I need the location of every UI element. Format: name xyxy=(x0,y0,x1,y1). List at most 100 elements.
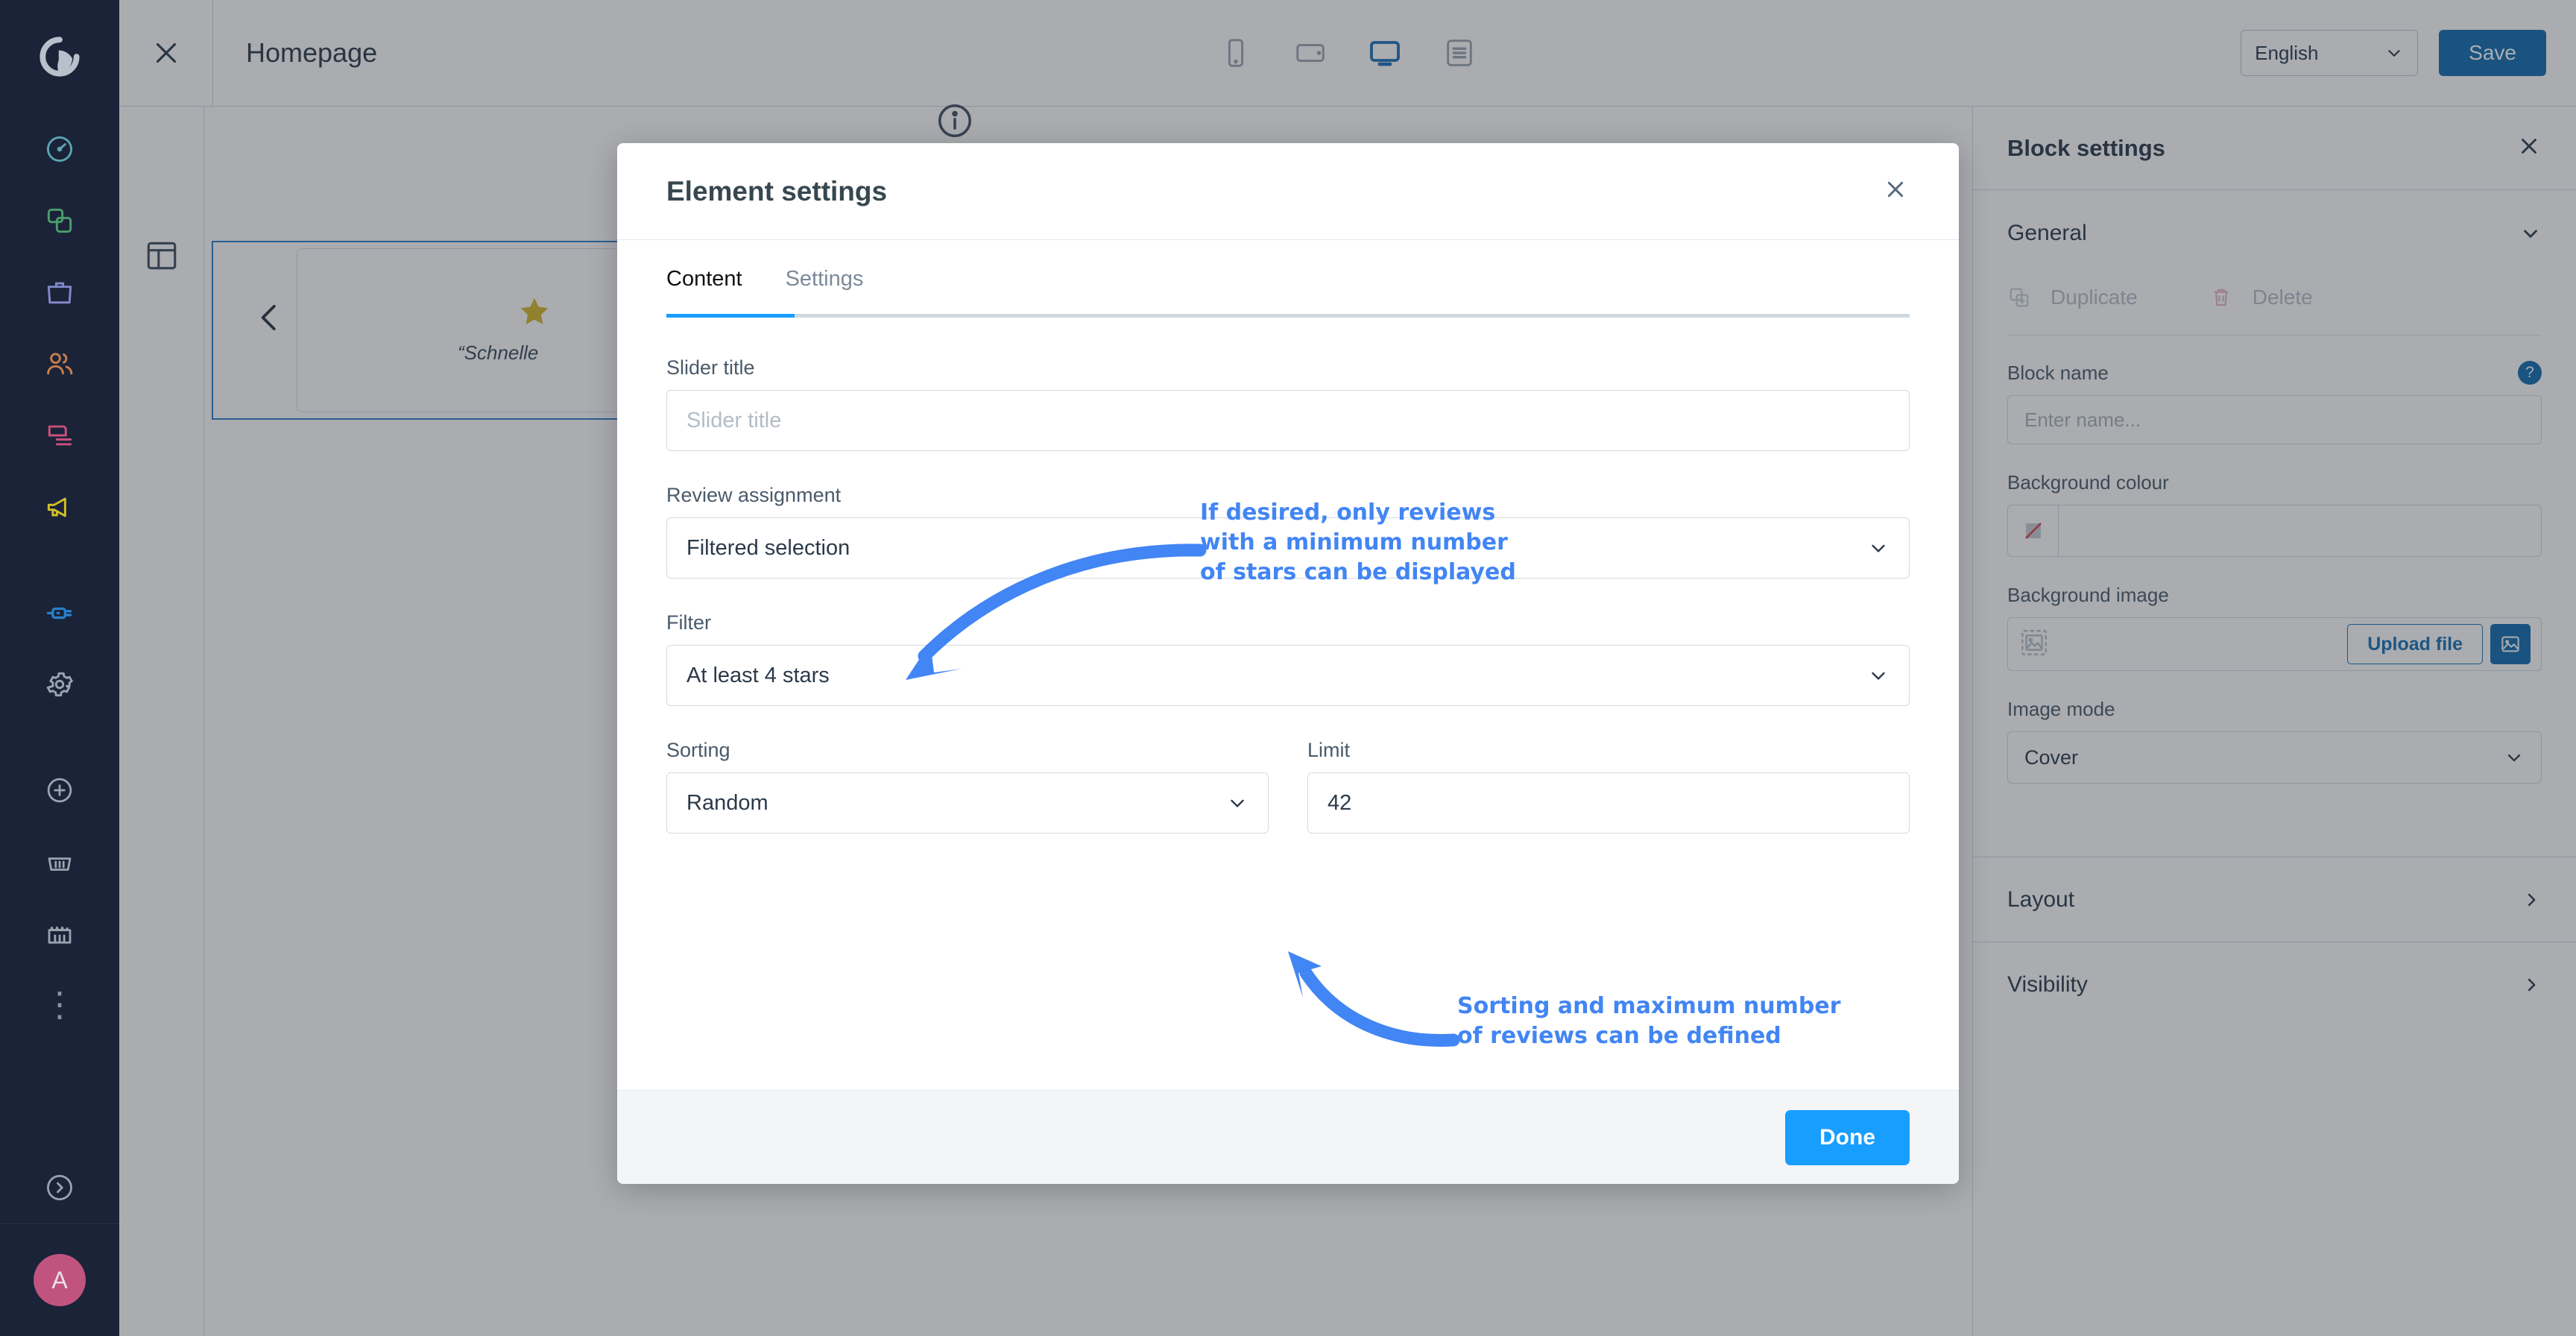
section-layout-header[interactable]: Layout xyxy=(1973,857,2576,942)
question-mark-icon[interactable]: ? xyxy=(2518,361,2542,385)
slider-prev-button[interactable] xyxy=(249,297,291,342)
chevron-down-icon xyxy=(1872,544,1885,552)
review-assignment-label: Review assignment xyxy=(666,484,842,506)
image-mode-select[interactable]: Cover xyxy=(2007,731,2542,784)
sorting-select[interactable]: Random xyxy=(666,772,1269,834)
tab-content[interactable]: Content xyxy=(666,240,742,314)
block-settings-title: Block settings xyxy=(2007,134,2165,161)
section-layout-label: Layout xyxy=(2007,886,2075,912)
store-icon xyxy=(48,926,72,944)
sidebar-item-settings[interactable] xyxy=(0,649,119,720)
device-mobile-button[interactable] xyxy=(1211,28,1260,78)
star-icon xyxy=(517,294,552,333)
sidebar-expand-toggle[interactable] xyxy=(0,1152,119,1223)
image-mode-value: Cover xyxy=(2024,746,2079,769)
section-visibility-label: Visibility xyxy=(2007,971,2088,997)
shopware-logo-icon[interactable] xyxy=(0,0,119,113)
sidebar-item-orders[interactable] xyxy=(0,256,119,328)
slider-title-label: Slider title xyxy=(666,356,755,379)
sidebar-item-customers[interactable] xyxy=(0,328,119,400)
block-name-input[interactable]: Enter name... xyxy=(2007,395,2542,444)
modal-title: Element settings xyxy=(666,175,888,207)
sidebar-item-extensions[interactable] xyxy=(0,577,119,649)
sidebar-item-more[interactable]: ⋮ xyxy=(0,969,119,1041)
device-tablet-button[interactable] xyxy=(1286,28,1335,78)
tab-row: Content Settings xyxy=(666,240,1910,314)
block-actions: Duplicate Delete xyxy=(2007,277,2542,335)
device-form-button[interactable] xyxy=(1435,28,1484,78)
block-settings-header: Block settings xyxy=(1973,107,2576,190)
nav-icon-list-tertiary: ⋮ xyxy=(0,754,119,1041)
nav-icon-list-secondary xyxy=(0,577,119,720)
background-image-upload-row: Upload file xyxy=(2007,617,2542,671)
done-button[interactable]: Done xyxy=(1785,1109,1910,1165)
background-colour-picker[interactable] xyxy=(2007,505,2542,557)
left-navigation: ⋮ A xyxy=(0,0,119,1336)
chevron-down-icon xyxy=(2524,230,2537,238)
limit-input[interactable]: 42 xyxy=(1307,772,1910,834)
sidebar-item-dashboard[interactable] xyxy=(0,113,119,185)
language-select[interactable]: English xyxy=(2241,30,2419,76)
desktop-icon xyxy=(1370,41,1400,66)
filter-field: Filter At least 4 stars xyxy=(666,611,1910,706)
delete-label: Delete xyxy=(2252,286,2313,309)
megaphone-icon xyxy=(47,497,66,517)
basket-icon xyxy=(48,857,72,871)
background-image-field: Background image Upload file xyxy=(2007,584,2542,671)
section-visibility-header[interactable]: Visibility xyxy=(1973,942,2576,1027)
tab-settings[interactable]: Settings xyxy=(786,240,864,314)
form-view-icon xyxy=(1447,40,1472,66)
review-assignment-value: Filtered selection xyxy=(686,535,850,560)
section-general-header[interactable]: General xyxy=(1973,190,2576,277)
nav-icon-list xyxy=(0,113,119,543)
image-placeholder-icon xyxy=(2018,627,2050,662)
content-layers-icon xyxy=(48,425,72,446)
speedometer-icon xyxy=(46,136,73,163)
limit-label: Limit xyxy=(1307,739,1351,761)
review-assignment-select[interactable]: Filtered selection xyxy=(666,517,1910,579)
sidebar-item-add[interactable] xyxy=(0,754,119,826)
block-settings-panel: Block settings General Duplicate Delete … xyxy=(1972,107,2576,1336)
chevron-down-icon xyxy=(1872,672,1885,680)
sidebar-item-store[interactable] xyxy=(0,898,119,969)
sidebar-item-content[interactable] xyxy=(0,400,119,471)
sidebar-item-marketing[interactable] xyxy=(0,471,119,543)
nav-bottom: A xyxy=(0,1152,119,1336)
mobile-icon xyxy=(1228,39,1244,67)
element-settings-modal: Element settings Content Settings Slider… xyxy=(617,143,1959,1184)
block-name-field: Block name ? Enter name... xyxy=(2007,361,2542,444)
layout-columns-icon[interactable] xyxy=(143,237,180,278)
avatar-initial: A xyxy=(34,1254,86,1306)
filter-select[interactable]: At least 4 stars xyxy=(666,645,1910,706)
chevron-left-icon xyxy=(261,304,276,331)
sidebar-item-basket[interactable] xyxy=(0,826,119,898)
save-button[interactable]: Save xyxy=(2439,30,2546,76)
top-bar-right: English Save xyxy=(2241,30,2546,76)
avatar[interactable]: A xyxy=(0,1224,119,1336)
block-name-label: Block name xyxy=(2007,361,2109,384)
open-media-icon[interactable] xyxy=(2490,624,2531,664)
device-desktop-button[interactable] xyxy=(1360,28,1409,78)
modal-footer: Done xyxy=(617,1090,1959,1184)
language-value: English xyxy=(2255,41,2319,64)
upload-file-button[interactable]: Upload file xyxy=(2347,624,2483,664)
block-name-label-row: Block name ? xyxy=(2007,361,2542,385)
modal-close-button[interactable] xyxy=(1881,175,1910,207)
review-quote-text: “Schnelle xyxy=(458,341,539,364)
more-vertical-icon: ⋮ xyxy=(42,985,77,1024)
duplicate-block-button[interactable]: Duplicate xyxy=(2007,286,2138,309)
app-root: ⋮ A Homepage English Save “Schnelle Bloc… xyxy=(0,0,2576,1336)
filter-label: Filter xyxy=(666,611,711,634)
limit-field: Limit 42 xyxy=(1307,739,1910,834)
block-settings-close-button[interactable] xyxy=(2516,133,2542,163)
sidebar-item-catalogues[interactable] xyxy=(0,185,119,256)
top-bar: Homepage English Save xyxy=(119,0,2576,107)
section-general-label: General xyxy=(2007,221,2087,245)
review-assignment-field: Review assignment Filtered selection xyxy=(666,484,1910,579)
close-editor-button[interactable] xyxy=(119,0,213,107)
delete-block-button[interactable]: Delete xyxy=(2209,286,2313,309)
info-circle-icon[interactable] xyxy=(935,101,975,145)
close-icon xyxy=(1887,181,1904,198)
panel-spacer xyxy=(1973,810,2576,857)
slider-title-input[interactable]: Slider title xyxy=(666,390,1910,451)
